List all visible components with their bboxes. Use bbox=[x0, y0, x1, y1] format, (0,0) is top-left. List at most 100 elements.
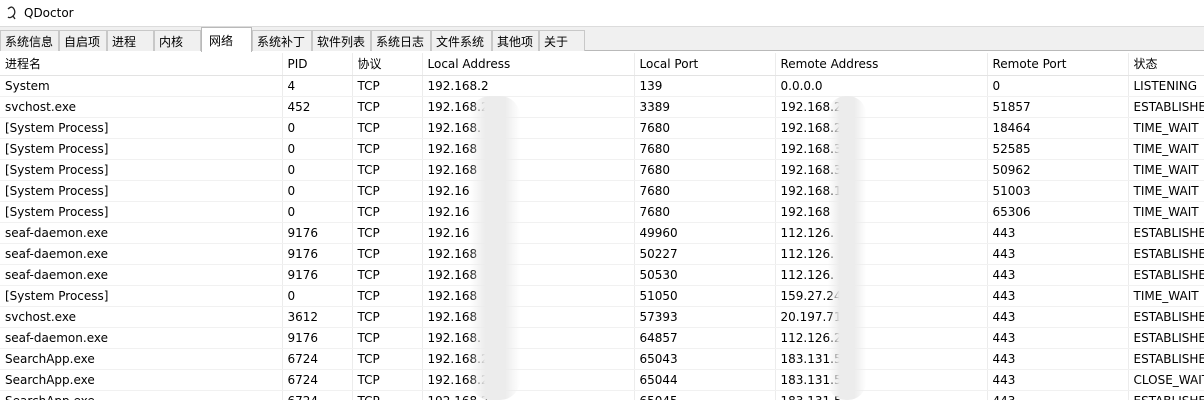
table-row[interactable]: seaf-daemon.exe 9176 TCP 192.168. 64857 112.1… bbox=[0, 327, 1204, 349]
column-header-protocol[interactable]: 协议 bbox=[352, 53, 423, 76]
cell-protocol: TCP bbox=[352, 75, 423, 97]
cell-local-port: 7680 bbox=[634, 180, 776, 202]
table-row[interactable]: [System Process] 0 TCP 192.168 51050 159.27.2… bbox=[0, 285, 1204, 307]
cell-process-name: [System Process] bbox=[0, 138, 283, 160]
cell-pid: 0 bbox=[282, 180, 353, 202]
table-row[interactable]: svchost.exe 452 TCP 192.168.2 3389 192.168.25… bbox=[0, 96, 1204, 118]
cell-remote-port: 443 bbox=[987, 243, 1129, 265]
tab-kernel[interactable]: 内核 bbox=[154, 30, 201, 51]
cell-state: ESTABLISHE bbox=[1128, 327, 1204, 349]
tab-system-patches[interactable]: 系统补丁 bbox=[252, 30, 312, 51]
tab-about[interactable]: 关于 bbox=[539, 30, 585, 51]
cell-process-name: [System Process] bbox=[0, 201, 283, 223]
redaction-blur bbox=[470, 96, 520, 400]
cell-protocol: TCP bbox=[352, 306, 423, 328]
cell-pid: 6724 bbox=[282, 390, 353, 400]
column-header-process-name[interactable]: 进程名 bbox=[0, 53, 283, 76]
column-header-remote-port[interactable]: Remote Port bbox=[987, 53, 1129, 76]
tab-bar: 系统信息 自启项 进程 内核 网络 系统补丁 软件列表 系统日志 文件系统 其他… bbox=[0, 26, 1204, 52]
cell-state: ESTABLISHE bbox=[1128, 348, 1204, 370]
cell-local-port: 50530 bbox=[634, 264, 776, 286]
cell-remote-address: 112.126. bbox=[775, 243, 988, 265]
cell-process-name: [System Process] bbox=[0, 159, 283, 181]
column-header-local-port[interactable]: Local Port bbox=[634, 53, 776, 76]
cell-state: ESTABLISHE bbox=[1128, 390, 1204, 400]
table-row[interactable]: [System Process] 0 TCP 192.16 7680 192.168.1 5… bbox=[0, 180, 1204, 202]
cell-remote-port: 51003 bbox=[987, 180, 1129, 202]
tab-other[interactable]: 其他项 bbox=[492, 30, 539, 51]
cell-process-name: seaf-daemon.exe bbox=[0, 243, 283, 265]
cell-pid: 6724 bbox=[282, 348, 353, 370]
cell-local-port: 7680 bbox=[634, 159, 776, 181]
cell-local-address: 192.168.2 bbox=[422, 369, 635, 391]
table-row[interactable]: SearchApp.exe 6724 TCP 192.168.2 65043 183.13… bbox=[0, 348, 1204, 370]
column-header-remote-address[interactable]: Remote Address bbox=[775, 53, 988, 76]
tab-system-info[interactable]: 系统信息 bbox=[0, 30, 59, 51]
cell-local-address: 192.168 bbox=[422, 264, 635, 286]
cell-process-name: System bbox=[0, 75, 283, 97]
table-row[interactable]: SearchApp.exe 6724 TCP 192.168.2 65044 183.13… bbox=[0, 369, 1204, 391]
cell-local-address: 192.168.2 bbox=[422, 348, 635, 370]
cell-local-address: 192.168 bbox=[422, 285, 635, 307]
table-row[interactable]: seaf-daemon.exe 9176 TCP 192.168 50530 112.12… bbox=[0, 264, 1204, 286]
cell-state: ESTABLISHE bbox=[1128, 306, 1204, 328]
column-header-state[interactable]: 状态 bbox=[1128, 53, 1204, 76]
cell-pid: 9176 bbox=[282, 327, 353, 349]
cell-local-port: 7680 bbox=[634, 117, 776, 139]
cell-protocol: TCP bbox=[352, 327, 423, 349]
cell-local-address: 192.168 bbox=[422, 138, 635, 160]
table-row[interactable]: seaf-daemon.exe 9176 TCP 192.168 50227 112.12… bbox=[0, 243, 1204, 265]
cell-local-port: 65043 bbox=[634, 348, 776, 370]
cell-remote-address: 183.131.5 bbox=[775, 369, 988, 391]
tab-startup[interactable]: 自启项 bbox=[59, 30, 107, 51]
table-row[interactable]: seaf-daemon.exe 9176 TCP 192.16 49960 112.126… bbox=[0, 222, 1204, 244]
cell-remote-address: 192.168.1 bbox=[775, 180, 988, 202]
cell-remote-port: 65306 bbox=[987, 201, 1129, 223]
cell-remote-port: 0 bbox=[987, 75, 1129, 97]
tab-network[interactable]: 网络 bbox=[201, 27, 252, 52]
cell-process-name: SearchApp.exe bbox=[0, 390, 283, 400]
table-row[interactable]: [System Process] 0 TCP 192.168 7680 192.168.3… bbox=[0, 159, 1204, 181]
cell-state: TIME_WAIT bbox=[1128, 138, 1204, 160]
tab-file-system[interactable]: 文件系统 bbox=[431, 30, 492, 51]
column-header-pid[interactable]: PID bbox=[282, 53, 353, 76]
cell-protocol: TCP bbox=[352, 222, 423, 244]
table-row[interactable]: [System Process] 0 TCP 192.16 7680 192.168 653… bbox=[0, 201, 1204, 223]
cell-state: TIME_WAIT bbox=[1128, 159, 1204, 181]
cell-process-name: seaf-daemon.exe bbox=[0, 264, 283, 286]
cell-pid: 0 bbox=[282, 117, 353, 139]
cell-process-name: SearchApp.exe bbox=[0, 369, 283, 391]
cell-remote-port: 443 bbox=[987, 306, 1129, 328]
column-header-local-address[interactable]: Local Address bbox=[422, 53, 635, 76]
cell-process-name: SearchApp.exe bbox=[0, 348, 283, 370]
table-row[interactable]: [System Process] 0 TCP 192.168. 7680 192.168.… bbox=[0, 117, 1204, 139]
cell-remote-address: 183.131.5 bbox=[775, 348, 988, 370]
cell-remote-address: 112.126. bbox=[775, 222, 988, 244]
cell-process-name: [System Process] bbox=[0, 117, 283, 139]
table-row[interactable]: [System Process] 0 TCP 192.168 7680 192.168.3… bbox=[0, 138, 1204, 160]
cell-local-port: 51050 bbox=[634, 285, 776, 307]
cell-protocol: TCP bbox=[352, 96, 423, 118]
cell-pid: 6724 bbox=[282, 369, 353, 391]
cell-state: CLOSE_WAIT bbox=[1128, 369, 1204, 391]
cell-process-name: [System Process] bbox=[0, 180, 283, 202]
cell-local-port: 49960 bbox=[634, 222, 776, 244]
table-row[interactable]: svchost.exe 3612 TCP 192.168 57393 20.197.71 4… bbox=[0, 306, 1204, 328]
tab-system-logs[interactable]: 系统日志 bbox=[371, 30, 431, 51]
table-row[interactable]: SearchApp.exe6724TCP192.168.265045183.13… bbox=[0, 390, 1204, 400]
cell-local-port: 57393 bbox=[634, 306, 776, 328]
cell-process-name: seaf-daemon.exe bbox=[0, 222, 283, 244]
cell-local-address: 192.168. bbox=[422, 327, 635, 349]
table-row[interactable]: System 4 TCP 192.168.2 139 0.0.0.0 0 LISTENING bbox=[0, 75, 1204, 97]
tab-processes[interactable]: 进程 bbox=[107, 30, 154, 51]
cell-pid: 452 bbox=[282, 96, 353, 118]
cell-process-name: seaf-daemon.exe bbox=[0, 327, 283, 349]
tab-software-list[interactable]: 软件列表 bbox=[312, 30, 371, 51]
cell-remote-address: 192.168.25 bbox=[775, 96, 988, 118]
redaction-blur bbox=[828, 96, 866, 400]
cell-protocol: TCP bbox=[352, 285, 423, 307]
cell-local-port: 65044 bbox=[634, 369, 776, 391]
cell-local-address: 192.16 bbox=[422, 180, 635, 202]
cell-remote-address: 183.131.5 bbox=[775, 390, 988, 400]
network-connections-table[interactable]: 进程名 PID 协议 Local Address Local Port Remo… bbox=[0, 53, 1204, 400]
